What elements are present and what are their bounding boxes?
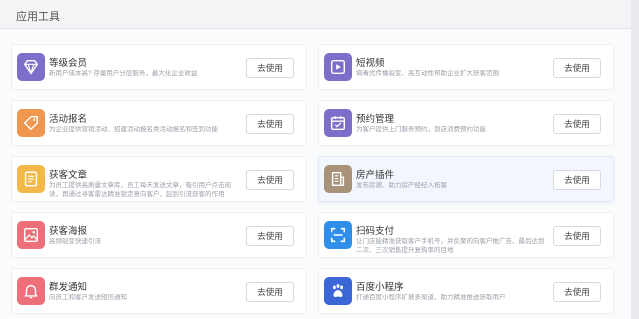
card-description: 打通百度小程序扩展多渠道，助力精准推送获取用户	[356, 294, 506, 301]
card-poster: 获客海报 高频裂变快速引流 去使用	[11, 212, 307, 258]
card-scan-pay: 扫码支付 让门店能精准获取客户手机号，并反聚的向客户推广告、最后达到二次、三次销…	[318, 212, 614, 258]
use-button-membership[interactable]: 去使用	[246, 58, 294, 78]
scan-icon	[324, 221, 352, 249]
use-button-article[interactable]: 去使用	[246, 170, 294, 190]
card-baidu-miniprogram: 百度小程序 打通百度小程序扩展多渠道，助力精准推送获取用户 去使用	[318, 268, 614, 314]
video-icon	[324, 53, 352, 81]
card-article: 获客文章 为员工提供高质量文章库，员工每天发送文章，吸引用户点击阅读，再通过寻客…	[11, 156, 307, 202]
card-title: 短视频	[356, 58, 385, 69]
card-description: 发布房源、助力房产经纪人拓客	[356, 182, 447, 189]
use-button-property[interactable]: 去使用	[553, 170, 601, 190]
card-description: 为客户提供上门服务预约，到店消费预约功能	[356, 126, 486, 133]
document-icon	[17, 165, 45, 193]
scrollbar-track[interactable]	[631, 0, 639, 319]
picture-icon	[17, 221, 45, 249]
use-button-activity-signup[interactable]: 去使用	[246, 114, 294, 134]
card-description: 为企业提供营销活动、招建活动报名类活动报名和签到功能	[49, 126, 218, 133]
card-description: 新用户成本高? 存量用户分层服务，最大化企业收益	[49, 70, 198, 77]
card-title: 活动报名	[49, 114, 88, 125]
card-title: 等级会员	[49, 58, 88, 69]
use-button-poster[interactable]: 去使用	[246, 226, 294, 246]
use-button-group-notice[interactable]: 去使用	[246, 282, 294, 302]
card-title: 房产插件	[356, 170, 395, 181]
use-button-baidu-miniprogram[interactable]: 去使用	[553, 282, 601, 302]
diamond-icon	[17, 53, 45, 81]
card-title: 获客文章	[49, 170, 88, 181]
card-title: 获客海报	[49, 226, 88, 237]
card-group-notice: 群发通知 向员工和客户发送短信通知 去使用	[11, 268, 307, 314]
bell-icon	[17, 277, 45, 305]
card-description: 病毒式传播裂变、高互动性帮助企业扩大获客范围	[356, 70, 499, 77]
card-description: 向员工和客户发送短信通知	[49, 294, 127, 301]
card-description: 高频裂变快速引流	[49, 238, 101, 245]
tag-icon	[17, 109, 45, 137]
card-short-video: 短视频 病毒式传播裂变、高互动性帮助企业扩大获客范围 去使用	[318, 44, 614, 90]
use-button-short-video[interactable]: 去使用	[553, 58, 601, 78]
card-property: 房产插件 发布房源、助力房产经纪人拓客 去使用	[318, 156, 614, 202]
page-title: 应用工具	[16, 11, 60, 23]
use-button-scan-pay[interactable]: 去使用	[553, 226, 601, 246]
card-title: 扫码支付	[356, 226, 395, 237]
card-activity-signup: 活动报名 为企业提供营销活动、招建活动报名类活动报名和签到功能 去使用	[11, 100, 307, 146]
card-description: 为员工提供高质量文章库，员工每天发送文章，吸引用户点击阅读，再通过寻客雷达精准锁…	[49, 182, 231, 198]
card-description: 让门店能精准获取客户手机号，并反聚的向客户推广告、最后达到二次、三次销售提升复购…	[356, 238, 545, 254]
card-title: 预约管理	[356, 114, 395, 125]
calendar-icon	[324, 109, 352, 137]
card-title: 群发通知	[49, 282, 88, 293]
card-booking: 预约管理 为客户提供上门服务预约，到店消费预约功能 去使用	[318, 100, 614, 146]
use-button-booking[interactable]: 去使用	[553, 114, 601, 134]
building-icon	[324, 165, 352, 193]
card-membership: 等级会员 新用户成本高? 存量用户分层服务，最大化企业收益 去使用	[11, 44, 307, 90]
card-title: 百度小程序	[356, 282, 404, 293]
baidu-paw-icon	[324, 277, 352, 305]
